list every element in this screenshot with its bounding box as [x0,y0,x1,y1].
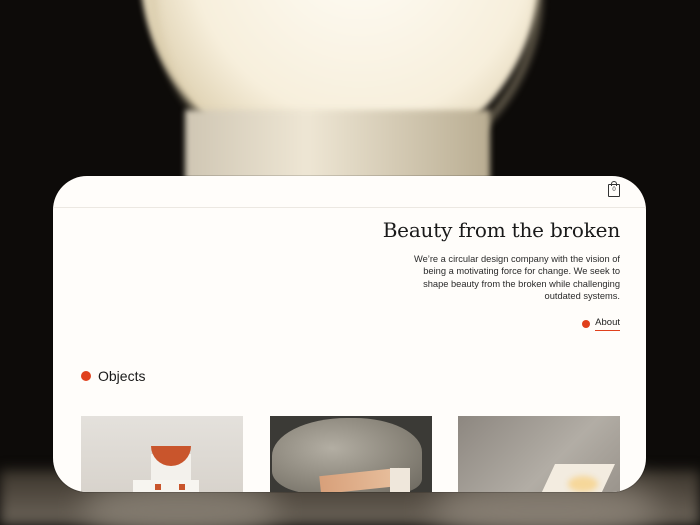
about-link[interactable]: About [582,316,620,331]
objects-heading-label: Objects [98,368,146,384]
objects-dot-icon [81,371,91,381]
top-bar: 0 [53,176,646,208]
about-dot-icon [582,319,591,328]
cart-icon[interactable]: 0 [608,181,620,197]
about-link-label: About [595,317,620,331]
cart-count: 0 [612,187,616,193]
object-tile-ceramic[interactable] [81,416,243,492]
hero-description: We’re a circular design company with the… [413,254,620,301]
object-tile-paper[interactable] [458,416,620,492]
site-preview-card: 0 Beauty from the broken We’re a circula… [53,176,646,492]
object-tile-stone[interactable] [270,416,432,492]
hero-title: Beauty from the broken [382,218,621,242]
objects-heading: Objects [81,368,145,384]
